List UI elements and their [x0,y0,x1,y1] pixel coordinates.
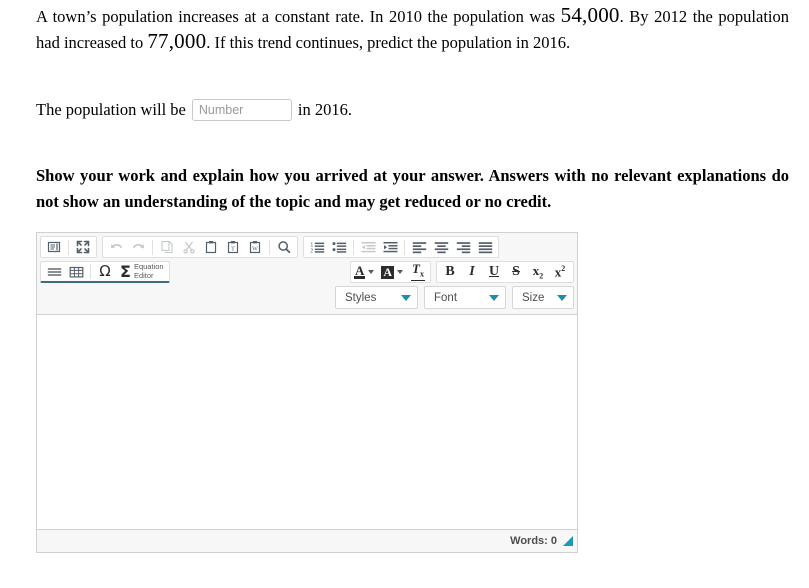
table-button[interactable] [65,262,87,282]
strikethrough-button[interactable]: S [505,262,527,282]
sigma-icon: Σ [120,261,131,281]
equation-editor-label: Equation Editor [133,262,164,280]
toolbar-row-1: T W 12 [40,236,574,258]
chevron-down-icon [397,270,404,274]
question-text-part3: . If this trend continues, predict the p… [206,33,571,52]
answer-line: The population will be in 2016. [36,96,352,123]
editor-resize-handle[interactable] [563,535,573,546]
align-right-button[interactable] [452,237,474,257]
toolbar-separator [269,239,270,255]
italic-icon: I [469,264,475,279]
align-center-button[interactable] [430,237,452,257]
toolbar-row-3: Styles Font Size [40,286,574,309]
editor-footer: Words: 0 [37,530,577,552]
align-left-button[interactable] [408,237,430,257]
styles-dropdown-label: Styles [345,291,377,304]
toolbar-separator [353,239,354,255]
editor-toolbar: T W 12 Ω Σ Equation Editor A A Tx B I U … [37,233,577,315]
toolbar-group-clipboard: T W [102,236,298,258]
chevron-down-icon [401,294,411,301]
svg-text:T: T [231,246,235,253]
toolbar-group-document [40,236,97,258]
font-dropdown-label: Font [434,291,458,304]
underline-button[interactable]: U [483,262,505,282]
strikethrough-icon: S [512,264,520,279]
toolbar-group-paragraph: 12 [303,236,499,258]
paste-text-button[interactable]: T [222,237,244,257]
population-number-input[interactable] [191,99,292,122]
chevron-down-icon [557,294,567,301]
background-color-button[interactable]: A [380,264,404,279]
background-color-icon: A [381,264,395,279]
omega-icon: Ω [99,262,111,280]
font-dropdown[interactable]: Font [424,286,506,309]
chevron-down-icon [489,294,499,301]
question-value-2010: 54,000 [560,3,620,27]
undo-button[interactable] [105,237,127,257]
indent-button[interactable] [379,237,401,257]
horizontal-rule-button[interactable] [43,262,65,282]
toolbar-separator [90,264,91,279]
outdent-button[interactable] [357,237,379,257]
show-blocks-button[interactable] [43,237,65,257]
question-text-part1: A town’s population increases at a const… [36,7,561,26]
styles-dropdown[interactable]: Styles [335,286,418,309]
superscript-button[interactable]: x2 [549,262,571,282]
editor-content-area[interactable] [37,315,577,530]
paste-button[interactable] [200,237,222,257]
question-paragraph: A town’s population increases at a const… [36,4,789,56]
maximize-button[interactable] [72,237,94,257]
bulleted-list-button[interactable] [328,237,350,257]
toolbar-separator [404,239,405,255]
text-color-button[interactable]: A [353,263,375,279]
answer-suffix-label: in 2016. [297,100,352,120]
equation-editor-button[interactable]: Σ Equation Editor [116,261,167,281]
toolbar-group-insert: Ω Σ Equation Editor [40,261,170,283]
rich-text-editor: T W 12 Ω Σ Equation Editor A A Tx B I U … [36,232,578,553]
toolbar-separator [152,239,153,255]
question-value-2012: 77,000 [147,29,207,53]
bold-icon: B [445,264,455,279]
copy-button[interactable] [156,237,178,257]
word-count-label: Words: 0 [510,535,557,547]
justify-button[interactable] [474,237,496,257]
size-dropdown-label: Size [522,291,545,304]
numbered-list-button[interactable]: 12 [306,237,328,257]
paste-word-button[interactable]: W [244,237,266,257]
cut-button[interactable] [178,237,200,257]
toolbar-separator [68,239,69,255]
find-button[interactable] [273,237,295,257]
bold-button[interactable]: B [439,262,461,282]
subscript-button[interactable]: x2 [527,262,549,282]
instructions-text: Show your work and explain how you arriv… [36,166,789,211]
redo-button[interactable] [127,237,149,257]
remove-format-button[interactable]: Tx [410,262,426,282]
toolbar-group-colors: A A Tx [349,261,431,283]
text-color-icon: A [353,263,366,279]
underline-icon: U [488,264,500,279]
chevron-down-icon [368,270,375,274]
size-dropdown[interactable]: Size [512,286,574,309]
special-char-button[interactable]: Ω [94,262,116,282]
remove-format-icon: Tx [411,262,425,282]
toolbar-group-basicstyles: B I U S x2 x2 [436,261,574,283]
answer-prefix-label: The population will be [36,100,186,120]
svg-text:2: 2 [310,248,313,254]
subscript-icon: x2 [532,262,544,281]
italic-button[interactable]: I [461,262,483,282]
toolbar-row-2: Ω Σ Equation Editor A A Tx B I U S x2 x2 [40,261,574,283]
svg-text:W: W [252,247,258,253]
page-root: A town’s population increases at a const… [0,0,809,588]
superscript-icon: x2 [554,264,566,280]
